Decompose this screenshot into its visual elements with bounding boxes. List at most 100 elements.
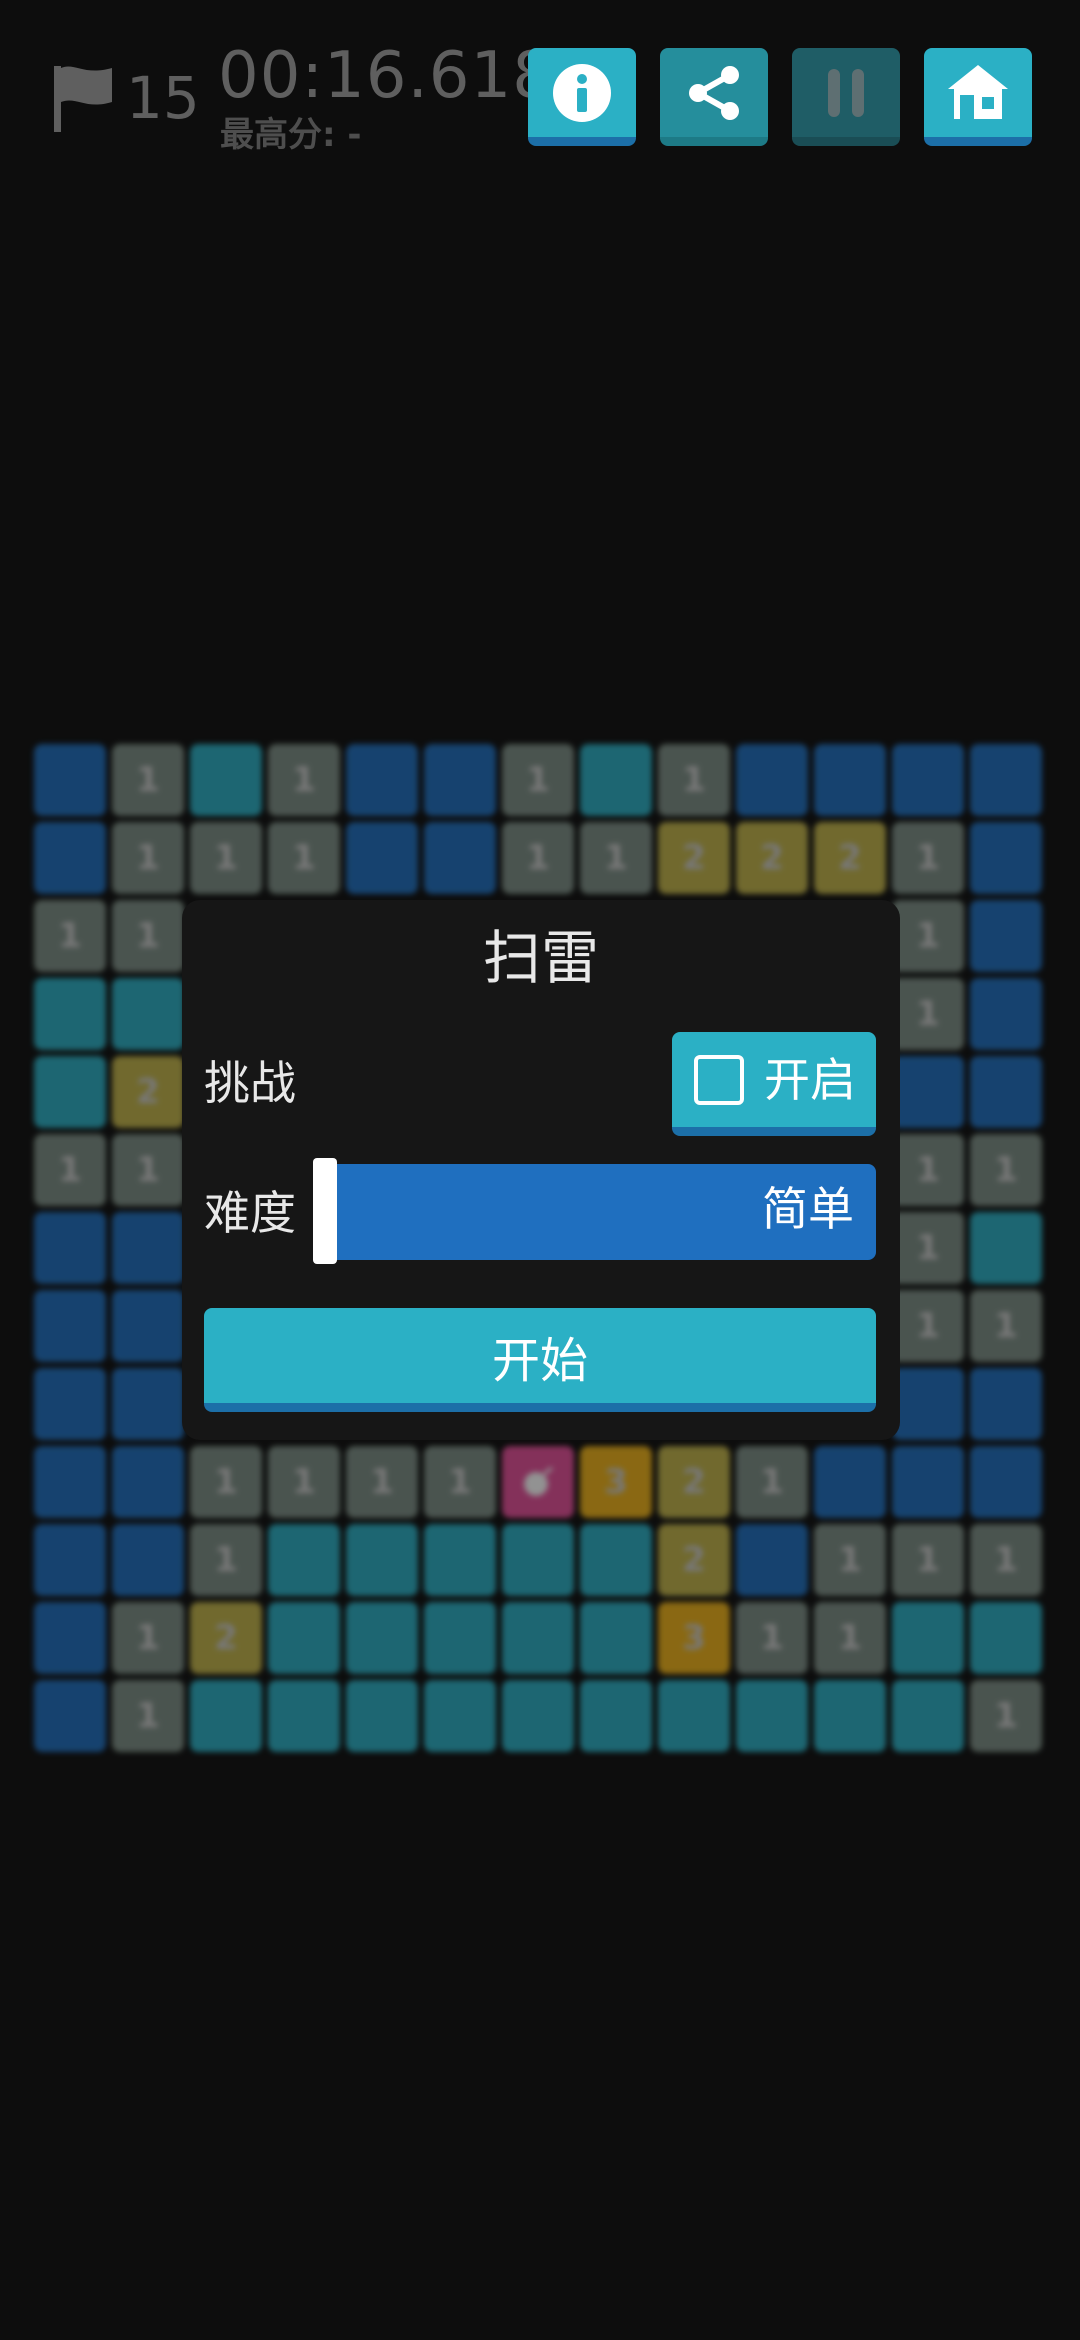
board-cell[interactable] [736,1680,808,1752]
board-cell[interactable] [970,1602,1042,1674]
board-cell[interactable]: 1 [736,1602,808,1674]
board-cell[interactable] [34,1368,106,1440]
board-cell[interactable] [346,1680,418,1752]
board-cell[interactable] [34,978,106,1050]
board-cell[interactable] [814,744,886,816]
board-cell[interactable] [970,1446,1042,1518]
board-cell[interactable] [892,744,964,816]
board-cell[interactable] [34,1446,106,1518]
board-cell[interactable]: 2 [658,1524,730,1596]
board-cell[interactable]: 3 [580,1446,652,1518]
board-cell[interactable] [970,1368,1042,1440]
board-cell[interactable] [892,1368,964,1440]
board-cell[interactable] [346,822,418,894]
board-cell[interactable] [658,1680,730,1752]
home-button[interactable] [924,48,1032,146]
board-cell[interactable]: 1 [892,1290,964,1362]
board-cell[interactable] [502,1524,574,1596]
board-cell[interactable]: 1 [268,744,340,816]
board-cell[interactable]: 1 [112,900,184,972]
board-cell[interactable] [34,1290,106,1362]
board-cell[interactable] [424,1524,496,1596]
board-cell[interactable]: 1 [502,822,574,894]
board-cell[interactable] [424,744,496,816]
board-cell[interactable]: 2 [814,822,886,894]
board-cell[interactable]: 1 [190,1524,262,1596]
board-cell[interactable] [346,1602,418,1674]
board-cell[interactable]: 2 [736,822,808,894]
board-cell[interactable] [34,1056,106,1128]
board-cell[interactable]: 1 [892,1524,964,1596]
board-cell[interactable] [34,1602,106,1674]
board-cell[interactable]: 1 [892,900,964,972]
board-cell[interactable] [814,1680,886,1752]
board-cell[interactable] [580,744,652,816]
info-button[interactable] [528,48,636,146]
board-cell[interactable] [736,1524,808,1596]
board-cell[interactable]: 1 [190,822,262,894]
board-cell[interactable]: 1 [346,1446,418,1518]
board-cell[interactable]: 1 [658,744,730,816]
board-cell[interactable]: 2 [190,1602,262,1674]
board-cell[interactable] [268,1524,340,1596]
board-cell[interactable]: 1 [34,900,106,972]
board-cell[interactable]: 1 [892,1212,964,1284]
board-cell[interactable] [580,1680,652,1752]
board-cell[interactable]: 1 [502,744,574,816]
board-cell[interactable] [112,1212,184,1284]
board-cell[interactable] [190,744,262,816]
board-cell[interactable] [580,1524,652,1596]
board-cell[interactable]: 1 [112,822,184,894]
board-cell[interactable]: 1 [736,1446,808,1518]
pause-button[interactable] [792,48,900,146]
board-cell[interactable]: 1 [580,822,652,894]
board-cell[interactable] [34,822,106,894]
board-cell[interactable] [970,822,1042,894]
board-cell[interactable] [268,1680,340,1752]
board-cell[interactable]: 2 [112,1056,184,1128]
board-cell[interactable] [424,822,496,894]
board-cell[interactable] [34,1212,106,1284]
board-cell[interactable]: 1 [34,1134,106,1206]
difficulty-slider-thumb[interactable] [313,1158,337,1264]
board-cell[interactable]: 1 [814,1602,886,1674]
board-cell[interactable] [502,1446,574,1518]
board-cell[interactable] [34,744,106,816]
board-cell[interactable]: 1 [970,1680,1042,1752]
board-cell[interactable] [892,1680,964,1752]
board-cell[interactable] [892,1446,964,1518]
board-cell[interactable] [970,900,1042,972]
board-cell[interactable]: 1 [112,1134,184,1206]
board-cell[interactable]: 1 [892,978,964,1050]
board-cell[interactable] [502,1602,574,1674]
board-cell[interactable]: 1 [970,1134,1042,1206]
board-cell[interactable] [346,744,418,816]
share-button[interactable] [660,48,768,146]
board-cell[interactable]: 1 [970,1524,1042,1596]
board-cell[interactable] [424,1602,496,1674]
challenge-toggle-button[interactable]: 开启 [672,1032,876,1136]
board-cell[interactable] [892,1056,964,1128]
board-cell[interactable] [112,1368,184,1440]
board-cell[interactable]: 1 [814,1524,886,1596]
board-cell[interactable]: 1 [892,1134,964,1206]
board-cell[interactable] [190,1680,262,1752]
board-cell[interactable]: 1 [112,744,184,816]
board-cell[interactable]: 1 [424,1446,496,1518]
board-cell[interactable]: 2 [658,822,730,894]
board-cell[interactable] [112,978,184,1050]
board-cell[interactable] [346,1524,418,1596]
board-cell[interactable] [580,1602,652,1674]
board-cell[interactable] [970,1212,1042,1284]
board-cell[interactable] [112,1446,184,1518]
board-cell[interactable]: 1 [190,1446,262,1518]
start-button[interactable]: 开始 [204,1308,876,1412]
board-cell[interactable] [34,1524,106,1596]
board-cell[interactable]: 1 [112,1602,184,1674]
board-cell[interactable]: 3 [658,1602,730,1674]
board-cell[interactable] [892,1602,964,1674]
challenge-checkbox[interactable] [694,1054,744,1105]
board-cell[interactable] [970,1056,1042,1128]
board-cell[interactable] [970,978,1042,1050]
board-cell[interactable] [268,1602,340,1674]
